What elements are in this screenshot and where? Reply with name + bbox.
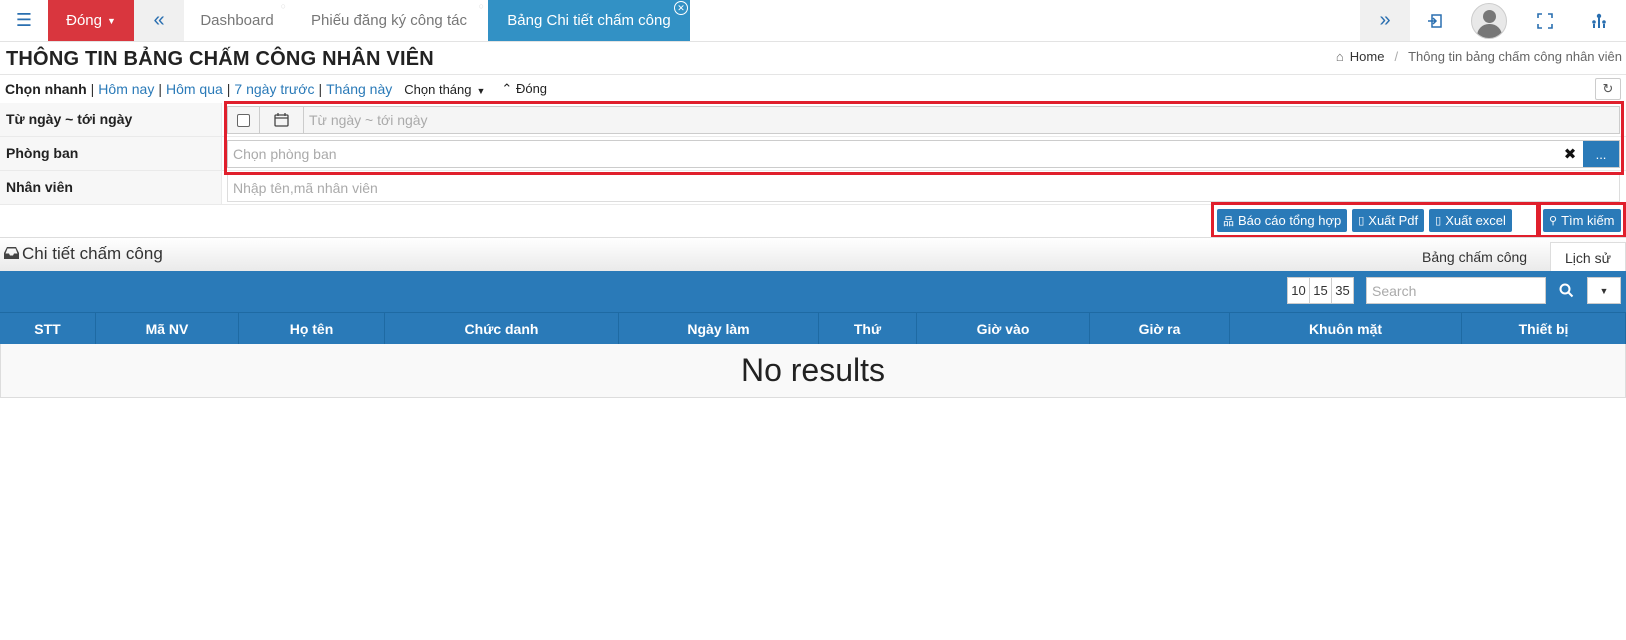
quick-link-this-month[interactable]: Tháng này — [326, 81, 392, 97]
date-range-label: Từ ngày ~ tới ngày — [0, 103, 222, 136]
chevron-up-icon: ⌃ — [501, 81, 513, 96]
column-header-gio-vao[interactable]: Giờ vào — [917, 312, 1090, 344]
quick-link-7-days[interactable]: 7 ngày trước — [234, 81, 314, 97]
tab-label: Phiếu đăng ký công tác — [311, 12, 467, 29]
breadcrumb-current: Thông tin bảng chấm công nhân viên — [1408, 49, 1622, 64]
page-size-option[interactable]: 35 — [1331, 277, 1354, 304]
breadcrumb-separator: / — [1394, 49, 1399, 64]
quick-link-today[interactable]: Hôm nay — [98, 81, 154, 97]
tab-bang-cham-cong[interactable]: Bảng chấm công — [1410, 242, 1539, 272]
column-header-chuc-danh[interactable]: Chức danh — [385, 312, 619, 344]
table-search-button[interactable] — [1547, 277, 1585, 304]
menu-icon[interactable]: ☰ — [0, 0, 48, 41]
column-header-ho-ten[interactable]: Họ tên — [239, 312, 385, 344]
inbox-icon — [4, 246, 19, 263]
page-title: THÔNG TIN BẢNG CHẤM CÔNG NHÂN VIÊN — [6, 48, 434, 70]
breadcrumb-home[interactable]: Home — [1350, 49, 1385, 64]
close-dropdown-label: Đóng — [66, 12, 102, 29]
table-header: STT Mã NV Họ tên Chức danh Ngày làm Thứ … — [0, 312, 1626, 344]
table-search-input[interactable] — [1366, 277, 1546, 304]
tab-close-icon[interactable]: ✕ — [674, 1, 688, 15]
department-label: Phòng ban — [0, 137, 222, 170]
quick-link-yesterday[interactable]: Hôm qua — [166, 81, 223, 97]
column-header-thu[interactable]: Thứ — [819, 312, 917, 344]
column-header-gio-ra[interactable]: Giờ ra — [1090, 312, 1230, 344]
caret-down-icon: ▼ — [106, 15, 116, 26]
home-icon: ⌂ — [1335, 49, 1344, 64]
page-size-selector: 10 15 35 — [1287, 277, 1354, 304]
separator: | — [158, 81, 162, 97]
section-header: Chi tiết chấm công Bảng chấm công Lịch s… — [0, 237, 1626, 272]
tab-close-icon[interactable]: ○ — [479, 1, 484, 11]
tab-close-icon[interactable]: ○ — [281, 1, 286, 11]
section-title: Chi tiết chấm công — [4, 244, 163, 264]
caret-down-icon: ▼ — [476, 85, 486, 96]
column-header-ngay-lam[interactable]: Ngày làm — [619, 312, 819, 344]
refresh-button[interactable]: ↻ — [1595, 78, 1621, 100]
top-navbar: ☰ Đóng ▼ « Dashboard ○ Phiếu đăng ký côn… — [0, 0, 1626, 42]
close-dropdown-button[interactable]: Đóng ▼ — [48, 0, 134, 41]
column-header-ma-nv[interactable]: Mã NV — [96, 312, 239, 344]
search-icon — [1559, 283, 1573, 298]
avatar[interactable] — [1460, 0, 1518, 41]
tab-label: Bảng Chi tiết chấm công — [507, 12, 671, 29]
tab-dashboard[interactable]: Dashboard ○ — [184, 0, 290, 41]
choose-month-dropdown[interactable]: Chọn tháng ▼ — [404, 82, 485, 97]
separator: | — [226, 81, 231, 97]
employee-input[interactable] — [227, 174, 1620, 202]
page-size-option[interactable]: 10 — [1287, 277, 1310, 304]
quick-filter-label: Chọn nhanh — [5, 81, 87, 97]
user-avatar-icon — [1471, 2, 1507, 39]
separator: | — [90, 81, 95, 97]
double-chevron-right-icon[interactable]: » — [1360, 0, 1410, 41]
breadcrumb: ⌂ Home / Thông tin bảng chấm công nhân v… — [1336, 49, 1622, 64]
double-chevron-left-icon[interactable]: « — [134, 0, 184, 41]
logout-icon[interactable] — [1410, 0, 1460, 41]
collapse-label: Đóng — [515, 81, 548, 96]
collapse-filter-button[interactable]: ⌃ Đóng — [501, 81, 547, 97]
separator: | — [318, 81, 323, 97]
form-row-employee: Nhân viên — [0, 171, 1626, 205]
highlight-box — [224, 101, 1624, 175]
empty-table-message: No results — [0, 344, 1626, 398]
highlight-box — [1211, 202, 1539, 238]
section-title-text: Chi tiết chấm công — [22, 244, 163, 263]
column-header-thiet-bi[interactable]: Thiết bị — [1462, 312, 1626, 344]
tab-label: Dashboard — [200, 12, 274, 29]
org-chart-icon[interactable] — [1572, 0, 1626, 41]
tab-phieu-dang-ky[interactable]: Phiếu đăng ký công tác ○ — [290, 0, 488, 41]
table-toolbar: 10 15 35 ▼ — [0, 271, 1626, 312]
highlight-box — [1538, 202, 1626, 238]
choose-month-label: Chọn tháng — [404, 81, 472, 97]
fullscreen-icon[interactable] — [1518, 0, 1572, 41]
column-header-stt[interactable]: STT — [0, 312, 96, 344]
tab-lich-su[interactable]: Lịch sử — [1550, 242, 1626, 272]
columns-dropdown[interactable]: ▼ — [1587, 277, 1621, 304]
quick-filter-bar: Chọn nhanh | Hôm nay | Hôm qua | 7 ngày … — [5, 80, 547, 98]
tab-bang-chi-tiet[interactable]: Bảng Chi tiết chấm công ✕ — [488, 0, 690, 41]
divider — [0, 74, 1626, 75]
column-header-khuon-mat[interactable]: Khuôn mặt — [1230, 312, 1462, 344]
page-size-option[interactable]: 15 — [1309, 277, 1332, 304]
caret-down-icon: ▼ — [1599, 285, 1609, 296]
refresh-icon: ↻ — [1602, 81, 1614, 96]
employee-label: Nhân viên — [0, 171, 222, 204]
